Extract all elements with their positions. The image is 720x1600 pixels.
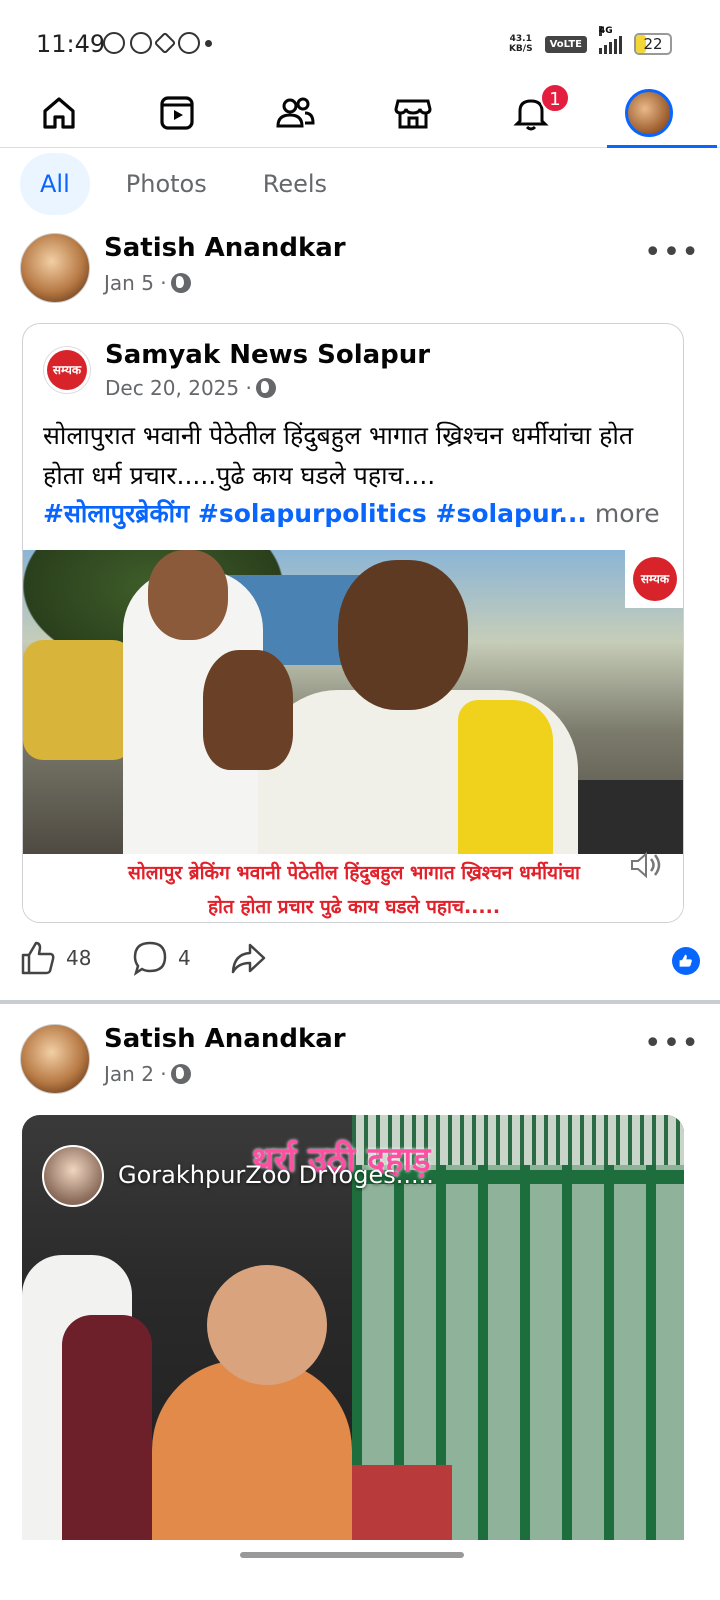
more-options-button[interactable]: •••	[644, 1026, 700, 1061]
network-speed: 43.1 KB/S	[509, 34, 533, 54]
post-actions: 48 4	[20, 940, 700, 984]
messenger-icon	[178, 32, 200, 54]
comment-button[interactable]: 4	[132, 940, 191, 976]
watermark-logo: सम्यक	[625, 550, 683, 608]
hashtags-line: #सोलापुरब्रेकींग #solapurpolitics #solap…	[43, 494, 683, 534]
nav-profile[interactable]	[590, 80, 708, 146]
page-logo[interactable]: सम्यक	[43, 346, 91, 394]
battery-icon: 22	[634, 33, 672, 55]
post-date[interactable]: Jan 2 ·	[104, 1062, 167, 1086]
filter-photos[interactable]: Photos	[106, 153, 227, 215]
post-header: Satish Anandkar Jan 5 · •••	[20, 233, 700, 305]
profile-avatar	[625, 89, 673, 137]
shared-post-meta: Dec 20, 2025 ·	[105, 376, 276, 400]
gesture-home-bar[interactable]	[240, 1552, 464, 1558]
marketplace-icon	[394, 99, 432, 129]
shared-post-text: सोलापुरात भवानी पेठेतील हिंदुबहुल भागात …	[43, 421, 634, 490]
share-button[interactable]	[230, 940, 266, 976]
battery-level: 22	[643, 35, 663, 53]
home-icon	[43, 97, 75, 129]
network-type: 4G	[599, 26, 613, 36]
shared-post-card[interactable]: सम्यक Samyak News Solapur Dec 20, 2025 ·…	[22, 323, 684, 923]
see-more-link[interactable]: more	[595, 499, 660, 528]
post-date[interactable]: Jan 5 ·	[104, 271, 167, 295]
post-meta: Jan 5 ·	[104, 271, 191, 295]
shared-post-date[interactable]: Dec 20, 2025 ·	[105, 376, 252, 400]
filter-reels[interactable]: Reels	[243, 153, 347, 215]
like-count: 48	[66, 946, 92, 970]
source-avatar[interactable]	[42, 1145, 104, 1207]
globe-icon	[170, 273, 191, 293]
status-bar: 11:49 43.1 KB/S VoLTE 4G 22	[0, 0, 720, 80]
video-source-name[interactable]: GorakhpurZoo DrYoges.....	[118, 1161, 434, 1189]
nav-notifications[interactable]: 1	[472, 80, 590, 146]
network-speed-unit: KB/S	[508, 44, 533, 54]
share-icon	[231, 943, 266, 974]
video-caption: सोलापुर ब्रेकिंग भवानी पेठेतील हिंदुबहुल…	[23, 854, 683, 922]
nav-home[interactable]	[0, 80, 118, 146]
reel-video[interactable]: थर्रा उठी दहाड़ GorakhpurZoo DrYoges....…	[22, 1115, 684, 1540]
volte-badge: VoLTE	[544, 35, 587, 53]
globe-icon	[255, 378, 276, 398]
friends-icon	[276, 97, 315, 128]
video-icon	[160, 96, 194, 130]
status-time: 11:49	[36, 30, 106, 58]
author-name[interactable]: Satish Anandkar	[104, 233, 346, 263]
signal-icon: 4G	[599, 26, 622, 54]
network-speed-value: 43.1	[509, 34, 532, 44]
nav-friends[interactable]	[236, 80, 354, 146]
video-frame: सम्यक	[23, 550, 683, 854]
status-notification-icons	[103, 31, 212, 55]
chat-icon	[130, 32, 152, 54]
reaction-like-icon[interactable]	[672, 947, 700, 975]
thumbs-up-icon	[21, 941, 55, 975]
watermark-logo-text: सम्यक	[633, 557, 677, 601]
page-logo-text: सम्यक	[47, 350, 87, 390]
filter-all[interactable]: All	[20, 153, 90, 215]
comment-icon	[133, 941, 167, 976]
shared-page-name[interactable]: Samyak News Solapur	[105, 340, 430, 370]
whatsapp-icon	[103, 32, 125, 54]
author-name[interactable]: Satish Anandkar	[104, 1024, 346, 1054]
nav-marketplace[interactable]	[354, 80, 472, 146]
post-divider	[0, 1000, 720, 1004]
post-meta: Jan 2 ·	[104, 1062, 191, 1086]
author-avatar[interactable]	[20, 1024, 90, 1094]
profile-filter-tabs: All Photos Reels	[20, 153, 347, 215]
nav-video[interactable]	[118, 80, 236, 146]
comment-count: 4	[178, 946, 191, 970]
telegram-icon	[153, 31, 177, 55]
hashtags[interactable]: #सोलापुरब्रेकींग #solapurpolitics #solap…	[43, 499, 587, 528]
more-options-button[interactable]: •••	[644, 235, 700, 270]
active-tab-indicator	[607, 145, 717, 148]
post-header: Satish Anandkar Jan 2 · •••	[20, 1024, 700, 1096]
top-nav-bar: 1	[0, 80, 720, 148]
video-thumbnail[interactable]: सम्यक सोलापुर ब्रेकिंग भवानी पेठेतील हिं…	[23, 550, 683, 922]
like-button[interactable]: 48	[20, 940, 91, 976]
globe-icon	[170, 1064, 191, 1084]
more-notifications-dot	[205, 39, 212, 47]
caption-line-1: सोलापुर ब्रेकिंग भवानी पेठेतील हिंदुबहुल…	[128, 862, 580, 884]
caption-line-2: होत होता प्रचार पुढे काय घडले पहाच.....	[207, 896, 501, 918]
author-avatar[interactable]	[20, 233, 90, 303]
notification-count-badge: 1	[540, 83, 570, 113]
volume-icon[interactable]	[629, 850, 665, 880]
